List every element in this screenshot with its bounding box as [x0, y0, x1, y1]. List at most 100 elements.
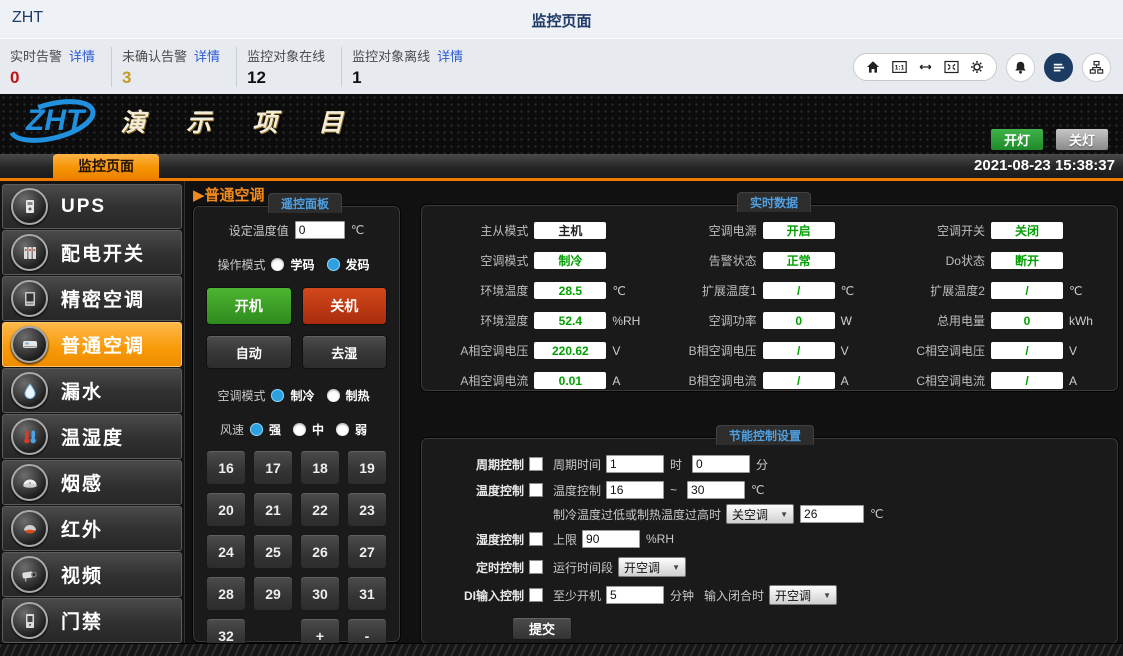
fan-radio-medium[interactable]: [293, 423, 306, 436]
realtime-field: 扩展温度1/℃: [650, 282, 878, 299]
ac-icon: [11, 326, 48, 363]
sidebar-item-precision-ac[interactable]: 精密空调: [2, 276, 182, 321]
stat-objects-online: 监控对象在线 12: [237, 47, 342, 87]
temperature-numpad: 16 17 18 19 20 21 22 23 24 25 26 27 28 2…: [194, 450, 399, 653]
temp-button[interactable]: 21: [253, 492, 293, 527]
temp-min-input[interactable]: [606, 481, 664, 499]
timer-control-checkbox[interactable]: [529, 560, 543, 574]
fullscreen-icon[interactable]: [941, 58, 961, 76]
timestamp: 2021-08-23 15:38:37: [974, 154, 1115, 178]
value-box: 28.5: [534, 282, 606, 299]
submit-button[interactable]: 提交: [512, 617, 572, 640]
stat-value: 0: [10, 68, 95, 88]
cycle-hours-input[interactable]: [606, 455, 664, 473]
sidebar-item-infrared[interactable]: 红外: [2, 506, 182, 551]
power-off-button[interactable]: 关机: [302, 287, 388, 325]
temp-button[interactable]: 23: [347, 492, 387, 527]
temp-control-checkbox[interactable]: [529, 483, 543, 497]
value-box: 220.62: [534, 342, 606, 359]
set-temp-input[interactable]: [295, 221, 345, 239]
temp-max-input[interactable]: [687, 481, 745, 499]
power-on-button[interactable]: 开机: [206, 287, 292, 325]
cycle-minutes-input[interactable]: [692, 455, 750, 473]
humidity-max-input[interactable]: [582, 530, 640, 548]
temp-control-row: 温度控制 温度控制 ~ ℃: [422, 477, 1117, 503]
realtime-field: 空调模式制冷: [422, 252, 650, 269]
temp-button[interactable]: 28: [206, 576, 246, 611]
sidebar-item-temp-humidity[interactable]: 温湿度: [2, 414, 182, 459]
op-mode-label: 操作模式: [217, 256, 265, 273]
topology-icon[interactable]: [1082, 53, 1111, 82]
chevron-down-icon: ▼: [823, 591, 831, 600]
fit-width-icon[interactable]: [915, 58, 935, 76]
energy-control-panel: 周期控制 周期时间 时 分 温度控制 温度控制 ~ ℃: [421, 438, 1118, 644]
sidebar-item-door-access[interactable]: 门禁: [2, 598, 182, 643]
sidebar-item-common-ac[interactable]: 普通空调: [2, 322, 182, 367]
temp-button[interactable]: 31: [347, 576, 387, 611]
home-icon[interactable]: [863, 58, 883, 76]
stat-value: 12: [247, 68, 325, 88]
realtime-field: B相空调电压/V: [650, 342, 878, 359]
remote-control-panel: 设定温度值 ℃ 操作模式 学码 发码 开机 关机 自动 去湿: [193, 206, 400, 642]
alarm-list-icon[interactable]: [1044, 53, 1073, 82]
water-leak-icon: [11, 372, 48, 409]
detail-link[interactable]: 详情: [437, 46, 463, 65]
energy-panel-tab: 节能控制设置: [716, 425, 814, 445]
fan-radio-low[interactable]: [336, 423, 349, 436]
main-area: UPS 配电开关 精密空调 普通空调 漏水 温湿度: [0, 181, 1123, 644]
realtime-field: 环境温度28.5℃: [422, 282, 650, 299]
ac-mode-radio-cool[interactable]: [271, 389, 284, 402]
detail-link[interactable]: 详情: [194, 46, 220, 65]
di-control-checkbox[interactable]: [529, 588, 543, 602]
sidebar-item-water-leak[interactable]: 漏水: [2, 368, 182, 413]
temp-button[interactable]: 25: [253, 534, 293, 569]
site-title: 演 示 项 目: [120, 103, 360, 139]
temp-button[interactable]: 18: [300, 450, 340, 485]
temp-button[interactable]: 17: [253, 450, 293, 485]
realtime-field: 扩展温度2/℃: [879, 282, 1107, 299]
humidity-control-checkbox[interactable]: [529, 532, 543, 546]
light-on-button[interactable]: 开灯: [990, 128, 1044, 151]
realtime-data-panel: 主从模式主机 空调电源开启 空调开关关闭 空调模式制冷 告警状态正常 Do状态断…: [421, 205, 1118, 391]
op-mode-radio-send[interactable]: [327, 258, 340, 271]
temp-overflow-select[interactable]: 关空调▼: [726, 504, 794, 524]
one-to-one-icon[interactable]: 1:1: [889, 58, 909, 76]
detail-link[interactable]: 详情: [69, 46, 95, 65]
auto-button[interactable]: 自动: [206, 335, 292, 369]
sidebar-item-power-switch[interactable]: 配电开关: [2, 230, 182, 275]
page-title: 监控页面: [0, 10, 1123, 31]
settings-gear-icon[interactable]: [967, 58, 987, 76]
temp-button[interactable]: 29: [253, 576, 293, 611]
fan-radio-high[interactable]: [250, 423, 263, 436]
temp-button[interactable]: 19: [347, 450, 387, 485]
sidebar-item-video[interactable]: 视频: [2, 552, 182, 597]
dehumidify-button[interactable]: 去湿: [302, 335, 388, 369]
di-action-select[interactable]: 开空调▼: [769, 585, 837, 605]
di-min-runtime-input[interactable]: [606, 586, 664, 604]
tab-bar: 监控页面 2021-08-23 15:38:37: [0, 154, 1123, 181]
di-control-row: DI输入控制 至少开机 分钟 输入闭合时 开空调▼: [422, 581, 1117, 609]
sidebar-item-smoke[interactable]: 烟感: [2, 460, 182, 505]
temp-button[interactable]: 27: [347, 534, 387, 569]
realtime-panel-tab: 实时数据: [737, 192, 811, 212]
tab-monitoring-page[interactable]: 监控页面: [53, 154, 159, 178]
temp-button[interactable]: 20: [206, 492, 246, 527]
realtime-field: 空调开关关闭: [879, 222, 1107, 239]
op-mode-radio-learn[interactable]: [271, 258, 284, 271]
temp-button[interactable]: 24: [206, 534, 246, 569]
sidebar-item-ups[interactable]: UPS: [2, 184, 182, 229]
realtime-field: A相空调电压220.62V: [422, 342, 650, 359]
temp-button[interactable]: 16: [206, 450, 246, 485]
breaker-icon: [11, 234, 48, 271]
bell-icon[interactable]: [1006, 53, 1035, 82]
cycle-control-checkbox[interactable]: [529, 457, 543, 471]
timer-action-select[interactable]: 开空调▼: [618, 557, 686, 577]
temp-button[interactable]: 22: [300, 492, 340, 527]
light-off-button[interactable]: 关灯: [1055, 128, 1109, 151]
ac-mode-radio-heat[interactable]: [327, 389, 340, 402]
temp-overflow-input[interactable]: [800, 505, 864, 523]
temp-button[interactable]: 26: [300, 534, 340, 569]
temp-button[interactable]: 30: [300, 576, 340, 611]
realtime-field: 主从模式主机: [422, 222, 650, 239]
value-box: /: [991, 342, 1063, 359]
